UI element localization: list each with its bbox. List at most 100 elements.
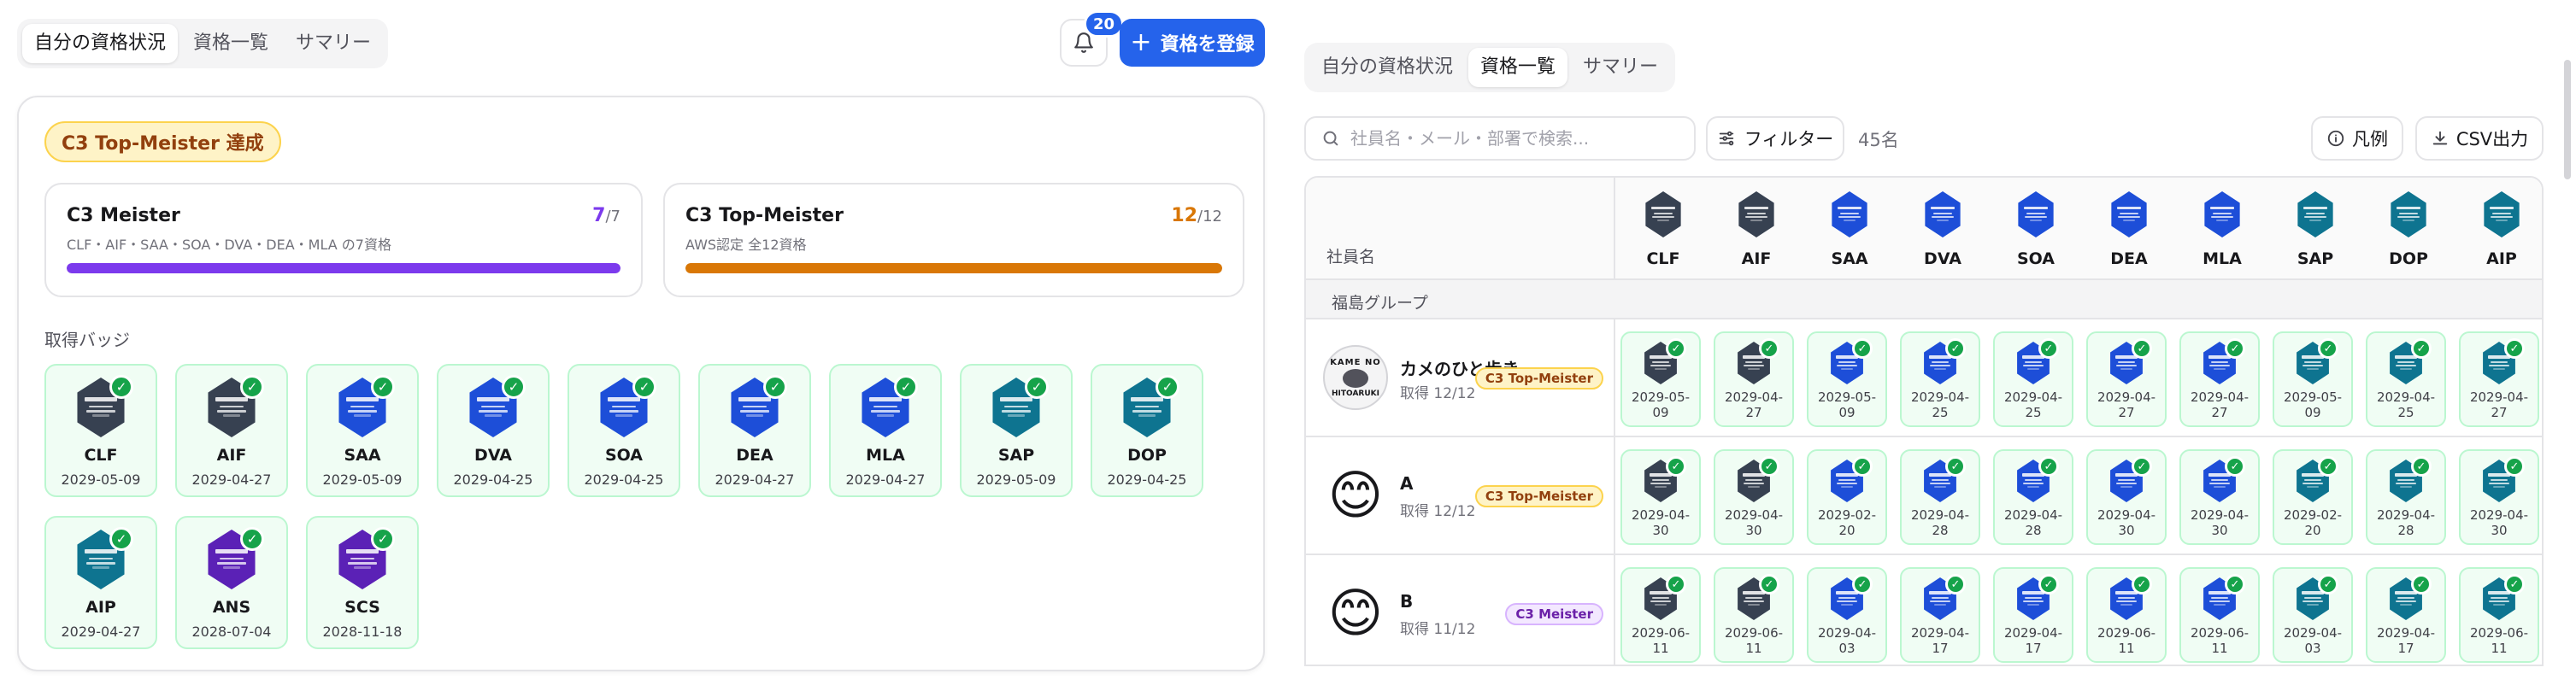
badge-date: 2028-11-18 (322, 624, 403, 640)
csv-export-button[interactable]: CSV出力 (2415, 116, 2544, 161)
column-header-clf[interactable]: CLF (1619, 191, 1708, 268)
column-header-mla[interactable]: MLA (2178, 191, 2267, 268)
badge-tile[interactable]: ✓ SAP 2029-05-09 (960, 364, 1073, 497)
table-row[interactable]: 😊 B 取得 11/12 C3 Meister ✓ 2029-06- 11 ✓ 2029-06-… (1306, 557, 2542, 665)
cert-hexagon (2111, 191, 2147, 237)
cert-date: 2029-04- 25 (2003, 390, 2063, 420)
column-header-soa[interactable]: SOA (1991, 191, 2080, 268)
column-header-sap[interactable]: SAP (2271, 191, 2360, 268)
badge-tile[interactable]: ✓ MLA 2029-04-27 (829, 364, 942, 497)
tab-summary[interactable]: サマリー (1571, 48, 1670, 87)
cert-cell[interactable]: ✓ 2029-06- 11 (1620, 567, 1701, 663)
column-header-dop[interactable]: DOP (2364, 191, 2453, 268)
column-header-aif[interactable]: AIF (1712, 191, 1801, 268)
badge-tile[interactable]: ✓ DOP 2029-04-25 (1091, 364, 1203, 497)
employee-name[interactable]: B (1400, 591, 1413, 612)
cert-cell[interactable]: ✓ 2029-06- 11 (2179, 567, 2260, 663)
filter-button[interactable]: フィルター (1706, 116, 1844, 161)
check-icon: ✓ (2132, 338, 2152, 359)
badge-code: SAP (997, 446, 1035, 465)
tab-cert-list[interactable]: 資格一覧 (1468, 48, 1568, 87)
legend-button[interactable]: 凡例 (2311, 116, 2403, 161)
badge-tile[interactable]: ✓ SAA 2029-05-09 (306, 364, 419, 497)
column-code: SAP (2297, 249, 2334, 268)
cert-cell[interactable]: ✓ 2029-05- 09 (1807, 331, 1887, 427)
cert-cell-icon: ✓ (2294, 338, 2338, 384)
cert-cell[interactable]: ✓ 2029-04- 25 (2366, 331, 2446, 427)
badge-tile[interactable]: ✓ AIP 2029-04-27 (44, 516, 157, 649)
cert-date: 2029-05- 09 (1817, 390, 1877, 420)
cert-cell[interactable]: ✓ 2029-04- 03 (1807, 567, 1887, 663)
cert-cell[interactable]: ✓ 2029-04- 27 (2179, 331, 2260, 427)
table-row[interactable]: KAME NO HITOARUKI カメのひと歩き 取得 12/12 C3 Top-Me… (1306, 321, 2542, 437)
cert-badge-icon: ✓ (204, 527, 264, 589)
badge-tile[interactable]: ✓ SCS 2028-11-18 (306, 516, 419, 649)
tab-my-status[interactable]: 自分の資格状況 (22, 24, 179, 63)
cert-cell[interactable]: ✓ 2029-04- 30 (2179, 449, 2260, 545)
cert-cell-icon: ✓ (1921, 574, 1966, 620)
employee-name[interactable]: A (1400, 473, 1413, 494)
cert-cell[interactable]: ✓ 2029-04- 27 (1714, 331, 1794, 427)
cert-cell-icon: ✓ (1921, 338, 1966, 384)
check-icon: ✓ (1945, 574, 1966, 594)
cert-cell[interactable]: ✓ 2029-04- 28 (2366, 449, 2446, 545)
cert-cell[interactable]: ✓ 2029-04- 03 (2273, 567, 2353, 663)
badge-tile[interactable]: ✓ SOA 2029-04-25 (568, 364, 680, 497)
cert-cell-icon: ✓ (2480, 574, 2525, 620)
badge-tile[interactable]: ✓ ANS 2028-07-04 (175, 516, 288, 649)
cert-cell[interactable]: ✓ 2029-04- 25 (1993, 331, 2073, 427)
column-header-dea[interactable]: DEA (2085, 191, 2173, 268)
column-code: DOP (2389, 249, 2428, 268)
cert-cell[interactable]: ✓ 2029-04- 27 (2459, 331, 2539, 427)
check-icon: ✓ (2318, 338, 2338, 359)
tab-cert-list[interactable]: 資格一覧 (181, 24, 280, 63)
badge-tile[interactable]: ✓ CLF 2029-05-09 (44, 364, 157, 497)
cert-cell[interactable]: ✓ 2029-04- 30 (1714, 449, 1794, 545)
badge-code: ANS (212, 598, 251, 617)
badge-code: DVA (474, 446, 512, 465)
search-box[interactable] (1304, 116, 1696, 161)
badge-tile[interactable]: ✓ DEA 2029-04-27 (698, 364, 811, 497)
cert-cell[interactable]: ✓ 2029-04- 17 (1900, 567, 1980, 663)
search-input[interactable] (1350, 128, 1675, 149)
check-icon: ✓ (1156, 375, 1179, 399)
cert-cell[interactable]: ✓ 2029-02- 20 (1807, 449, 1887, 545)
progress-subtitle: CLF・AIF・SAA・SOA・DVA・DEA・MLA の7資格 (67, 237, 391, 253)
check-icon: ✓ (1852, 338, 1873, 359)
cert-cell[interactable]: ✓ 2029-05- 09 (2273, 331, 2353, 427)
cert-column-icon (2015, 191, 2056, 237)
cert-cell[interactable]: ✓ 2029-04- 27 (2086, 331, 2167, 427)
cert-cell[interactable]: ✓ 2029-04- 17 (2366, 567, 2446, 663)
progress-total: /7 (605, 208, 620, 226)
tab-my-status[interactable]: 自分の資格状況 (1309, 48, 1465, 87)
cert-cell[interactable]: ✓ 2029-06- 11 (2086, 567, 2167, 663)
register-cert-button[interactable]: + 資格を登録 (1120, 19, 1265, 67)
badge-date: 2029-04-25 (584, 472, 664, 488)
cert-cell[interactable]: ✓ 2029-04- 30 (1620, 449, 1701, 545)
table-row[interactable]: 😊 A 取得 12/12 C3 Top-Meister ✓ 2029-04- 30 ✓ 2029… (1306, 439, 2542, 555)
cert-badge-icon: ✓ (204, 375, 264, 437)
right-tab-bar: 自分の資格状況 資格一覧 サマリー (1304, 43, 1676, 92)
page-scrollbar[interactable] (2564, 60, 2571, 179)
cert-cell[interactable]: ✓ 2029-04- 30 (2086, 449, 2167, 545)
cert-cell[interactable]: ✓ 2029-04- 28 (1900, 449, 1980, 545)
cert-badge-icon: ✓ (727, 375, 787, 437)
badge-tile[interactable]: ✓ DVA 2029-04-25 (437, 364, 550, 497)
cert-cell[interactable]: ✓ 2029-05- 09 (1620, 331, 1701, 427)
cert-cell[interactable]: ✓ 2029-06- 11 (2459, 567, 2539, 663)
cert-cell[interactable]: ✓ 2029-04- 25 (1900, 331, 1980, 427)
column-header-saa[interactable]: SAA (1805, 191, 1894, 268)
cert-cell[interactable]: ✓ 2029-06- 11 (1714, 567, 1794, 663)
cert-cell[interactable]: ✓ 2029-04- 28 (1993, 449, 2073, 545)
cert-hexagon (2204, 191, 2240, 237)
progress-title: C3 Top-Meister (685, 205, 844, 226)
cert-cell[interactable]: ✓ 2029-04- 17 (1993, 567, 2073, 663)
column-header-dva[interactable]: DVA (1898, 191, 1987, 268)
badge-tile[interactable]: ✓ AIF 2029-04-27 (175, 364, 288, 497)
tab-summary[interactable]: サマリー (284, 24, 383, 63)
cert-cell[interactable]: ✓ 2029-02- 20 (2273, 449, 2353, 545)
column-header-aip[interactable]: AIP (2457, 191, 2542, 268)
cert-cell[interactable]: ✓ 2029-04- 30 (2459, 449, 2539, 545)
cert-badge-icon: ✓ (74, 375, 133, 437)
meister-tag: C3 Top-Meister (1474, 485, 1603, 507)
